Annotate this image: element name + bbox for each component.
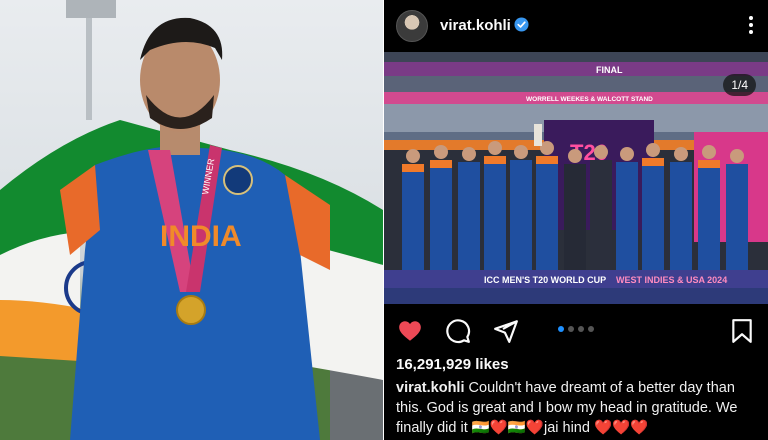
carousel-counter: 1/4 — [723, 74, 756, 96]
carousel-indicator — [558, 326, 594, 332]
like-count[interactable]: 16,291,929 likes — [396, 356, 509, 373]
jersey-text: INDIA — [160, 220, 242, 253]
board-suffix-text: WEST INDIES & USA 2024 — [616, 275, 727, 285]
carousel-dot — [578, 326, 584, 332]
comment-icon[interactable] — [445, 318, 471, 344]
username[interactable]: virat.kohli — [440, 17, 511, 34]
team-celebration-illustration: FINAL WORRELL WEEKES & WALCOTT STAND T20 — [384, 52, 768, 304]
post-header: virat.kohli — [384, 0, 768, 52]
post-image[interactable]: FINAL WORRELL WEEKES & WALCOTT STAND T20 — [384, 52, 768, 304]
verified-badge-icon — [514, 17, 529, 32]
avatar[interactable] — [396, 10, 428, 42]
caption-username[interactable]: virat.kohli — [396, 380, 465, 396]
banner-final-text: FINAL — [596, 65, 623, 75]
board-text: ICC MEN'S T20 WORLD CUP — [484, 275, 606, 285]
more-vertical-icon[interactable] — [748, 15, 754, 35]
heart-filled-icon[interactable] — [397, 318, 423, 344]
post-caption: virat.kohli Couldn't have dreamt of a be… — [396, 378, 758, 438]
instagram-post: virat.kohli FINAL WORRELL WEEKES & WALCO… — [384, 0, 768, 440]
carousel-dot — [588, 326, 594, 332]
carousel-dot — [558, 326, 564, 332]
share-icon[interactable] — [493, 318, 519, 344]
stand-name-text: WORRELL WEEKES & WALCOTT STAND — [526, 96, 653, 103]
player-photo: INDIA WINNER — [0, 0, 383, 440]
action-bar — [384, 304, 768, 354]
bookmark-icon[interactable] — [729, 318, 755, 344]
player-photo-illustration: INDIA WINNER — [0, 0, 383, 440]
carousel-dot — [568, 326, 574, 332]
